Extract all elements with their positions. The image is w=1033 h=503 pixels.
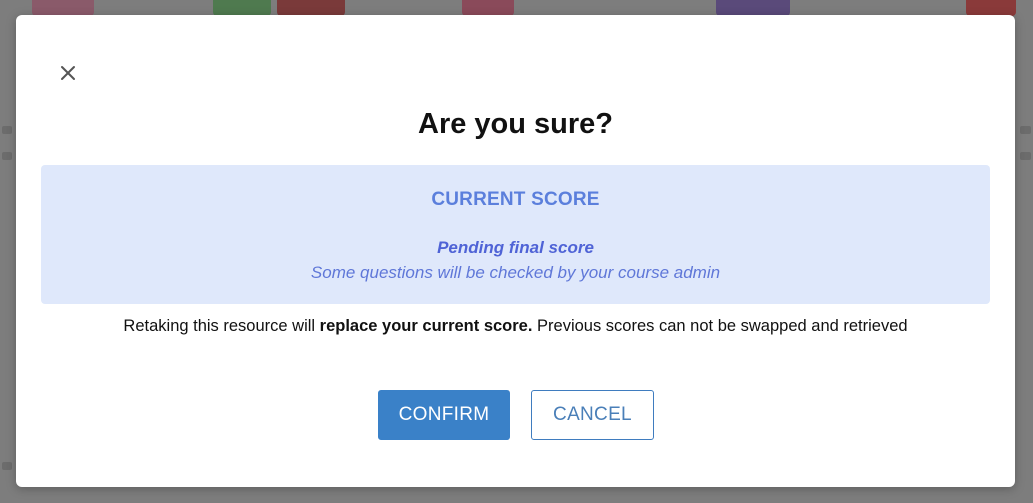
- close-button[interactable]: [56, 61, 80, 85]
- dialog-title: Are you sure?: [418, 108, 613, 140]
- confirm-button[interactable]: CONFIRM: [378, 390, 510, 440]
- background-text: [1020, 126, 1031, 134]
- background-thumbnail: [462, 0, 514, 16]
- warning-prefix: Retaking this resource will: [123, 317, 320, 335]
- close-icon: [61, 66, 75, 80]
- background-text: [1020, 152, 1031, 160]
- warning-emphasis: replace your current score.: [319, 317, 533, 335]
- background-thumbnail: [716, 0, 790, 16]
- background-text: [2, 126, 12, 134]
- background-thumbnail: [277, 0, 345, 16]
- background-thumbnail: [213, 0, 271, 16]
- background-thumbnail: [32, 0, 94, 16]
- current-score-panel: CURRENT SCORE Pending final score Some q…: [41, 165, 990, 304]
- background-text: [2, 152, 12, 160]
- score-status: Pending final score: [437, 238, 594, 257]
- warning-suffix: Previous scores can not be swapped and r…: [532, 317, 908, 335]
- score-status-description: Some questions will be checked by your c…: [310, 263, 721, 282]
- background-thumbnail: [966, 0, 1016, 16]
- current-score-heading: CURRENT SCORE: [431, 189, 600, 210]
- confirm-retake-dialog: Are you sure? CURRENT SCORE Pending fina…: [16, 15, 1015, 487]
- background-text: [2, 462, 12, 470]
- cancel-button[interactable]: CANCEL: [531, 390, 654, 440]
- retake-warning: Retaking this resource will replace your…: [16, 317, 1015, 336]
